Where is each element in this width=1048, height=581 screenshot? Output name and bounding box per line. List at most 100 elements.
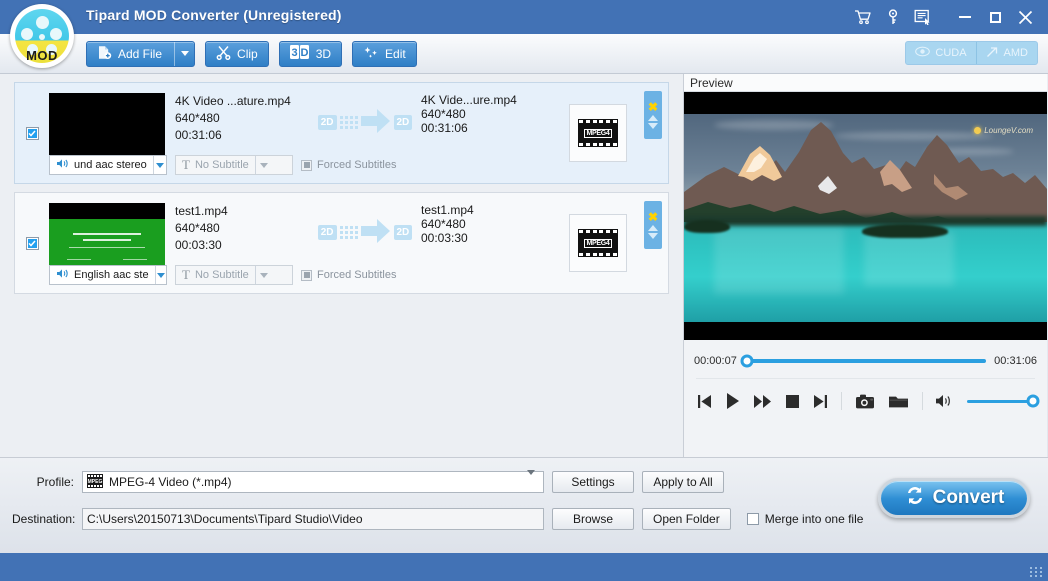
controls-separator: [841, 392, 842, 410]
apply-to-all-button[interactable]: Apply to All: [642, 471, 724, 493]
seek-handle[interactable]: [741, 355, 754, 368]
resize-grip[interactable]: [1030, 567, 1043, 577]
snapshot-icon[interactable]: [856, 394, 875, 409]
audio-track-select[interactable]: und aac stereo: [49, 155, 167, 175]
move-down-icon[interactable]: [648, 123, 658, 129]
open-folder-icon[interactable]: [889, 394, 908, 409]
text-t-icon: T: [182, 267, 190, 283]
input-dimension-badge: 2D: [318, 115, 337, 130]
close-button[interactable]: [1010, 3, 1040, 31]
key-icon[interactable]: [878, 3, 908, 31]
move-up-icon[interactable]: [648, 115, 658, 121]
file-list: 4K Video ...ature.mp4 640*480 00:31:06 2…: [0, 74, 684, 457]
subtitle-dropdown-arrow[interactable]: [255, 266, 273, 284]
merge-into-one-file-checkbox[interactable]: Merge into one file: [747, 512, 864, 526]
dots-icon: [340, 226, 358, 239]
next-icon[interactable]: [813, 394, 827, 409]
format-icon-box[interactable]: MPEG4: [569, 104, 627, 162]
amd-icon: [986, 46, 999, 61]
profile-select[interactable]: MPEG MPEG-4 Video (*.mp4): [82, 471, 544, 493]
main-area: 4K Video ...ature.mp4 640*480 00:31:06 2…: [0, 74, 1048, 457]
preview-panel: Preview: [684, 74, 1047, 457]
register-icon[interactable]: [908, 3, 938, 31]
subtitle-track-select[interactable]: T No Subtitle: [175, 155, 293, 175]
target-duration: 00:03:30: [421, 231, 565, 245]
table-row[interactable]: test1.mp4 640*480 00:03:30 2D 2D test1.m…: [14, 192, 669, 294]
dots-icon: [340, 116, 358, 129]
fast-forward-icon[interactable]: [754, 394, 772, 409]
controls-separator-2: [922, 392, 923, 410]
target-info: 4K Vide...ure.mp4 640*480 00:31:06: [415, 83, 565, 183]
input-dimension-badge: 2D: [318, 225, 337, 240]
forced-subtitles-checkbox[interactable]: Forced Subtitles: [301, 159, 396, 171]
preview-screen[interactable]: LoungeV.com: [684, 92, 1047, 340]
source-resolution: 640*480: [175, 110, 315, 127]
target-filename: test1.mp4: [421, 203, 565, 217]
add-file-label: Add File: [118, 47, 162, 61]
target-resolution: 640*480: [421, 217, 565, 231]
arrow-right-icon: [361, 108, 391, 137]
svg-text:D: D: [300, 47, 308, 59]
browse-button[interactable]: Browse: [552, 508, 634, 530]
seek-bar: 00:00:07 00:31:06: [684, 348, 1047, 374]
forced-subtitles-box: [301, 270, 312, 281]
destination-input[interactable]: C:\Users\20150713\Documents\Tipard Studi…: [82, 508, 544, 530]
forced-subtitles-checkbox[interactable]: Forced Subtitles: [301, 269, 396, 281]
previous-icon[interactable]: [698, 394, 712, 409]
subtitle-dropdown-arrow[interactable]: [255, 156, 273, 174]
toolbar-buttons: Add File Clip 3D 3D Edit: [86, 41, 417, 67]
play-icon[interactable]: [726, 393, 740, 409]
edit-button[interactable]: Edit: [352, 41, 417, 67]
window-title: Tipard MOD Converter (Unregistered): [86, 7, 342, 23]
profile-value: MPEG-4 Video (*.mp4): [109, 475, 521, 489]
amd-button[interactable]: AMD: [977, 42, 1037, 64]
target-duration: 00:31:06: [421, 121, 565, 135]
current-time: 00:00:07: [694, 355, 737, 367]
row-checkbox-wrap: [15, 193, 49, 293]
remove-row-icon[interactable]: ✖: [648, 102, 658, 113]
cuda-button[interactable]: CUDA: [906, 42, 975, 64]
3d-button[interactable]: 3D 3D: [279, 41, 342, 67]
volume-icon[interactable]: [936, 394, 953, 408]
open-folder-button[interactable]: Open Folder: [642, 508, 731, 530]
volume-handle[interactable]: [1027, 395, 1040, 408]
minimize-button[interactable]: [950, 3, 980, 31]
table-row[interactable]: 4K Video ...ature.mp4 640*480 00:31:06 2…: [14, 82, 669, 184]
add-file-icon: [97, 45, 112, 63]
clip-button[interactable]: Clip: [205, 41, 269, 67]
subtitle-track-text-wrap: T No Subtitle: [176, 157, 255, 173]
merge-checkbox-box[interactable]: [747, 513, 759, 525]
source-duration: 00:31:06: [175, 127, 315, 144]
forced-subtitles-label: Forced Subtitles: [317, 269, 396, 281]
svg-text:MPEG: MPEG: [88, 479, 103, 485]
water-layer: [684, 222, 1047, 322]
source-filename: 4K Video ...ature.mp4: [175, 93, 315, 110]
format-icon-box[interactable]: MPEG4: [569, 214, 627, 272]
remove-row-icon[interactable]: ✖: [648, 212, 658, 223]
subtitle-track-select[interactable]: T No Subtitle: [175, 265, 293, 285]
move-up-icon[interactable]: [648, 225, 658, 231]
checkmark-icon: [28, 239, 37, 248]
row-checkbox[interactable]: [26, 127, 39, 140]
row-checkbox-wrap: [15, 83, 49, 183]
audio-dropdown-arrow[interactable]: [153, 156, 166, 174]
volume-slider[interactable]: [967, 400, 1033, 403]
settings-button[interactable]: Settings: [552, 471, 634, 493]
mpeg4-film-icon: MPEG4: [578, 229, 618, 257]
subtitle-track-text-wrap: T No Subtitle: [176, 267, 255, 283]
move-down-icon[interactable]: [648, 233, 658, 239]
stop-icon[interactable]: [786, 395, 799, 408]
audio-track-select[interactable]: English aac ste: [49, 265, 167, 285]
cart-icon[interactable]: [848, 3, 878, 31]
convert-button[interactable]: Convert: [878, 478, 1030, 518]
preview-watermark: LoungeV.com: [974, 126, 1033, 135]
audio-dropdown-arrow[interactable]: [155, 266, 166, 284]
seek-slider[interactable]: [745, 359, 986, 363]
add-file-button[interactable]: Add File: [86, 41, 195, 67]
profile-dropdown-arrow[interactable]: [527, 475, 539, 489]
row-checkbox[interactable]: [26, 237, 39, 250]
destination-label: Destination:: [12, 512, 74, 526]
add-file-dropdown[interactable]: [174, 42, 194, 66]
forced-subtitles-box: [301, 160, 312, 171]
maximize-button[interactable]: [980, 3, 1010, 31]
